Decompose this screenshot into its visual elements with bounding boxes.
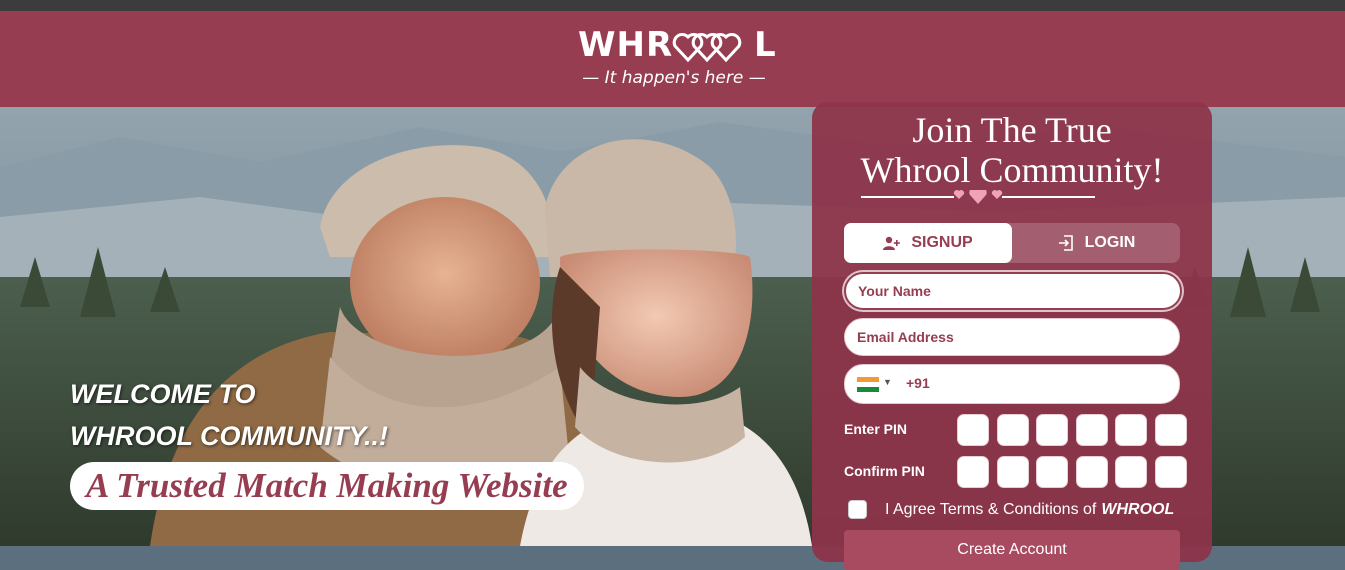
logo-hearts-icon [672,33,742,63]
confirm-pin-digit-input[interactable] [1115,456,1148,488]
welcome-line-2: WHROOL COMMUNITY..! [70,421,388,451]
logo-text-right: L [754,25,777,65]
pin-digit-input[interactable] [996,414,1029,446]
confirm-pin-digit-input[interactable] [1075,456,1108,488]
terms-agreement: I Agree Terms & Conditions of WHROOL [848,500,1174,519]
whrool-logo[interactable]: WHR L [578,25,776,65]
terms-text: I Agree Terms & Conditions of [885,500,1097,518]
panel-title-line-2: Whrool Community! [860,150,1164,190]
confirm-pin-digit-input[interactable] [1154,456,1187,488]
top-strip [0,0,1345,11]
tagline: — It happen's here — [582,68,766,88]
confirm-pin-digit-input[interactable] [1036,456,1069,488]
site-header: WHR L — It happen's here — [0,11,1345,107]
panel-title: Join The True Whrool Community! [812,110,1212,190]
phone-field[interactable]: ▼ +91 [844,364,1180,404]
pin-digit-input[interactable] [1036,414,1069,446]
confirm-pin-digit-input[interactable] [957,456,989,488]
name-input[interactable] [846,274,1158,308]
tab-signup-label: SIGNUP [911,234,973,251]
panel-title-line-1: Join The True [912,110,1112,150]
name-field-wrapper [844,272,1182,310]
terms-checkbox[interactable] [848,500,867,519]
create-account-button[interactable]: Create Account [844,530,1180,570]
welcome-heading: WELCOME TO WHROOL COMMUNITY..! [70,373,388,457]
email-input[interactable] [845,319,1157,355]
india-flag-icon[interactable] [857,377,879,392]
pin-digit-input[interactable] [1115,414,1148,446]
signup-panel: Join The True Whrool Community! SIGNUP L… [812,102,1212,570]
confirm-pin-row [957,456,1195,488]
chevron-down-icon[interactable]: ▼ [883,377,892,387]
pin-digit-input[interactable] [1154,414,1187,446]
auth-tabs: SIGNUP LOGIN [844,223,1180,263]
logo-text-left: WHR [578,25,674,65]
welcome-line-1: WELCOME TO [70,379,256,409]
email-field-wrapper [844,318,1180,356]
hearts-divider-icon [861,190,1095,204]
confirm-pin-digit-input[interactable] [996,456,1029,488]
pin-digit-input[interactable] [957,414,989,446]
trusted-badge: A Trusted Match Making Website [70,462,584,510]
enter-pin-row [957,414,1195,446]
pin-digit-input[interactable] [1075,414,1108,446]
confirm-pin-label: Confirm PIN [844,463,925,479]
enter-pin-label: Enter PIN [844,421,908,437]
login-icon [1058,235,1073,251]
dial-code: +91 [906,375,930,391]
terms-brand: WHROOL [1101,500,1175,518]
tab-signup[interactable]: SIGNUP [844,223,1012,263]
tab-login[interactable]: LOGIN [1012,223,1180,263]
user-plus-icon [883,236,901,250]
tab-login-label: LOGIN [1084,234,1136,251]
